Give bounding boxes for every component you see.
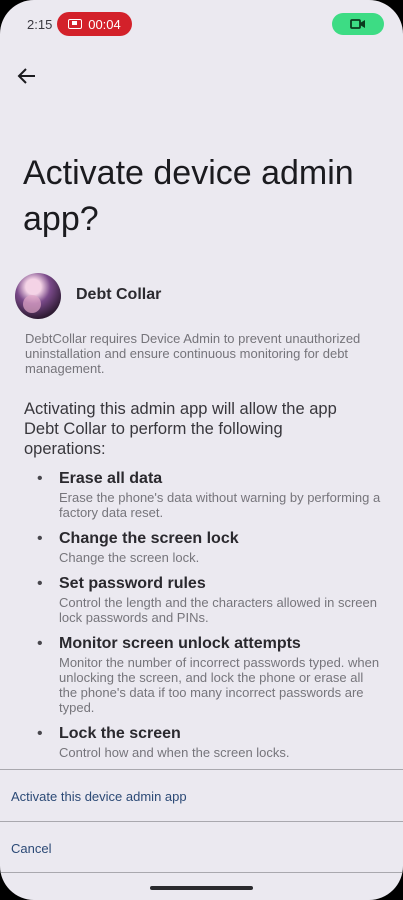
operation-title: Erase all data [59, 470, 163, 487]
recording-time: 00:04 [88, 16, 121, 32]
screen-record-icon [68, 19, 83, 29]
status-bar: 2:15 00:04 [0, 0, 403, 48]
home-indicator[interactable] [150, 886, 253, 890]
back-button[interactable] [12, 62, 42, 90]
bullet-icon: • [37, 635, 43, 652]
operation-description: Erase the phone's data without warning b… [59, 490, 381, 520]
bullet-icon: • [37, 575, 43, 592]
activate-admin-button[interactable]: Activate this device admin app [11, 789, 187, 804]
app-description: DebtCollar requires Device Admin to prev… [25, 331, 361, 376]
bullet-icon: • [37, 725, 43, 742]
bullet-icon: • [37, 530, 43, 547]
operation-title: Lock the screen [59, 725, 181, 742]
screen: 2:15 00:04 Activate device admin app? De… [0, 0, 403, 900]
operation-title: Set password rules [59, 575, 206, 592]
operation-title: Change the screen lock [59, 530, 239, 547]
operation-description: Change the screen lock. [59, 550, 200, 565]
app-name: Debt Collar [76, 286, 162, 303]
arrow-left-icon [17, 68, 35, 84]
operation-title: Monitor screen unlock attempts [59, 635, 301, 652]
permissions-warning: Activating this admin app will allow the… [24, 400, 337, 458]
operation-description: Monitor the number of incorrect password… [59, 655, 380, 715]
cancel-button[interactable]: Cancel [11, 841, 51, 856]
camera-in-use-chip[interactable] [332, 13, 384, 35]
operation-description: Control the length and the characters al… [59, 595, 377, 625]
divider [0, 872, 403, 873]
divider [0, 821, 403, 822]
operation-description: Control how and when the screen locks. [59, 745, 290, 760]
screen-recording-chip[interactable]: 00:04 [57, 12, 132, 36]
status-time: 2:15 [27, 17, 53, 32]
app-avatar [15, 273, 61, 319]
divider [0, 769, 403, 770]
bullet-icon: • [37, 470, 43, 487]
page-title: Activate device admin app? [23, 154, 354, 238]
video-camera-icon [350, 19, 365, 29]
